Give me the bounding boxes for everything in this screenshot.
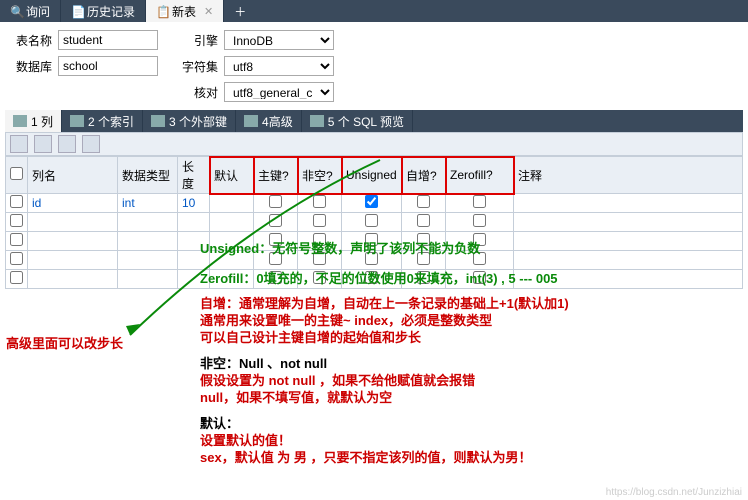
header-comment: 注释 [514,157,743,194]
ai-checkbox[interactable] [417,195,430,208]
header-length: 长度 [178,157,210,194]
pk-checkbox[interactable] [269,195,282,208]
charset-label: 字符集 [178,58,218,75]
grid-toolbar [5,132,743,156]
database-label: 数据库 [12,58,52,75]
annotation-unsigned: Unsigned：无符号整数，声明了该列不能为负数 [200,240,480,258]
table-name-input[interactable] [58,30,158,50]
cell-name[interactable]: id [28,194,118,213]
subtab-indexes[interactable]: 2 个索引 [62,110,143,132]
cell-len[interactable]: 10 [178,194,210,213]
sql-icon [310,115,324,127]
watermark: https://blog.csdn.net/Junzizhiai [606,487,742,498]
indexes-icon [70,115,84,127]
cell-comment[interactable] [514,194,743,213]
tab-new-table[interactable]: 📋 新表 ✕ [146,0,224,22]
header-colname: 列名 [28,157,118,194]
cell-default[interactable] [210,194,254,213]
annotation-autoinc3: 可以自己设计主键自增的起始值和步长 [200,329,421,347]
engine-label: 引擎 [178,32,218,49]
nn-checkbox[interactable] [313,195,326,208]
new-tab-button[interactable]: ＋ [224,0,256,22]
charset-select[interactable]: utf8 [224,56,334,76]
annotation-default1: 默认： [200,415,239,433]
window-tabbar: 🔍 询问 📄 历史记录 📋 新表 ✕ ＋ [0,0,748,22]
annotation-notnull3: null，如果不填写值，就默认为空 [200,389,392,407]
header-checkbox [6,157,28,194]
annotation-default2: 设置默认的值！ [200,432,291,450]
annotation-notnull2: 假设设置为 not null ，如果不给他赋值就会报错 [200,372,475,390]
subtab-fks[interactable]: 3 个外部键 [143,110,236,132]
annotation-autoinc2: 通常用来设置唯一的主键~ index，必须是整数类型 [200,312,492,330]
annotation-zerofill: Zerofill：0填充的，不足的位数使用0来填充，int(3) , 5 ---… [200,270,558,288]
history-icon: 📄 [71,5,83,17]
add-column-button[interactable] [10,135,28,153]
header-primary: 主键? [254,157,298,194]
collation-label: 核对 [178,84,218,101]
unsigned-checkbox[interactable] [365,195,378,208]
close-icon[interactable]: ✕ [204,5,213,18]
table-icon: 📋 [156,5,168,17]
select-all-checkbox[interactable] [10,167,23,180]
subtab-columns[interactable]: 1 列 [5,110,62,132]
table-row[interactable] [6,213,743,232]
header-autoinc: 自增? [402,157,446,194]
move-down-button[interactable] [82,135,100,153]
sub-tabbar: 1 列 2 个索引 3 个外部键 4高级 5 个 SQL 预览 [5,110,743,132]
subtab-advanced[interactable]: 4高级 [236,110,302,132]
tab-label: 询问 [26,3,50,20]
table-row[interactable]: id int 10 [6,194,743,213]
tab-history[interactable]: 📄 历史记录 [61,0,146,22]
table-name-label: 表名称 [12,32,52,49]
fk-icon [151,115,165,127]
advanced-icon [244,115,258,127]
annotation-autoinc1: 自增：通常理解为自增，自动在上一条记录的基础上+1(默认加1) [200,295,569,313]
tab-label: 新表 [172,3,196,20]
query-icon: 🔍 [10,5,22,17]
zf-checkbox[interactable] [473,195,486,208]
header-default: 默认 [210,157,254,194]
tab-query[interactable]: 🔍 询问 [0,0,61,22]
subtab-sql[interactable]: 5 个 SQL 预览 [302,110,413,132]
annotation-side: 高级里面可以改步长 [6,335,123,353]
row-checkbox[interactable] [10,195,23,208]
annotation-notnull1: 非空：Null 、not null [200,355,327,373]
header-datatype: 数据类型 [118,157,178,194]
engine-select[interactable]: InnoDB [224,30,334,50]
table-form: 表名称 数据库 引擎 InnoDB 字符集 utf8 核对 utf8_gener… [0,22,748,110]
header-zerofill: Zerofill? [446,157,514,194]
columns-icon [13,115,27,127]
collation-select[interactable]: utf8_general_ci [224,82,334,102]
remove-column-button[interactable] [34,135,52,153]
cell-type[interactable]: int [118,194,178,213]
header-unsigned: Unsigned [342,157,402,194]
move-up-button[interactable] [58,135,76,153]
annotation-default3: sex，默认值 为 男 ，只要不指定该列的值，则默认为男！ [200,449,532,467]
database-input[interactable] [58,56,158,76]
tab-label: 历史记录 [87,3,135,20]
header-notnull: 非空? [298,157,342,194]
